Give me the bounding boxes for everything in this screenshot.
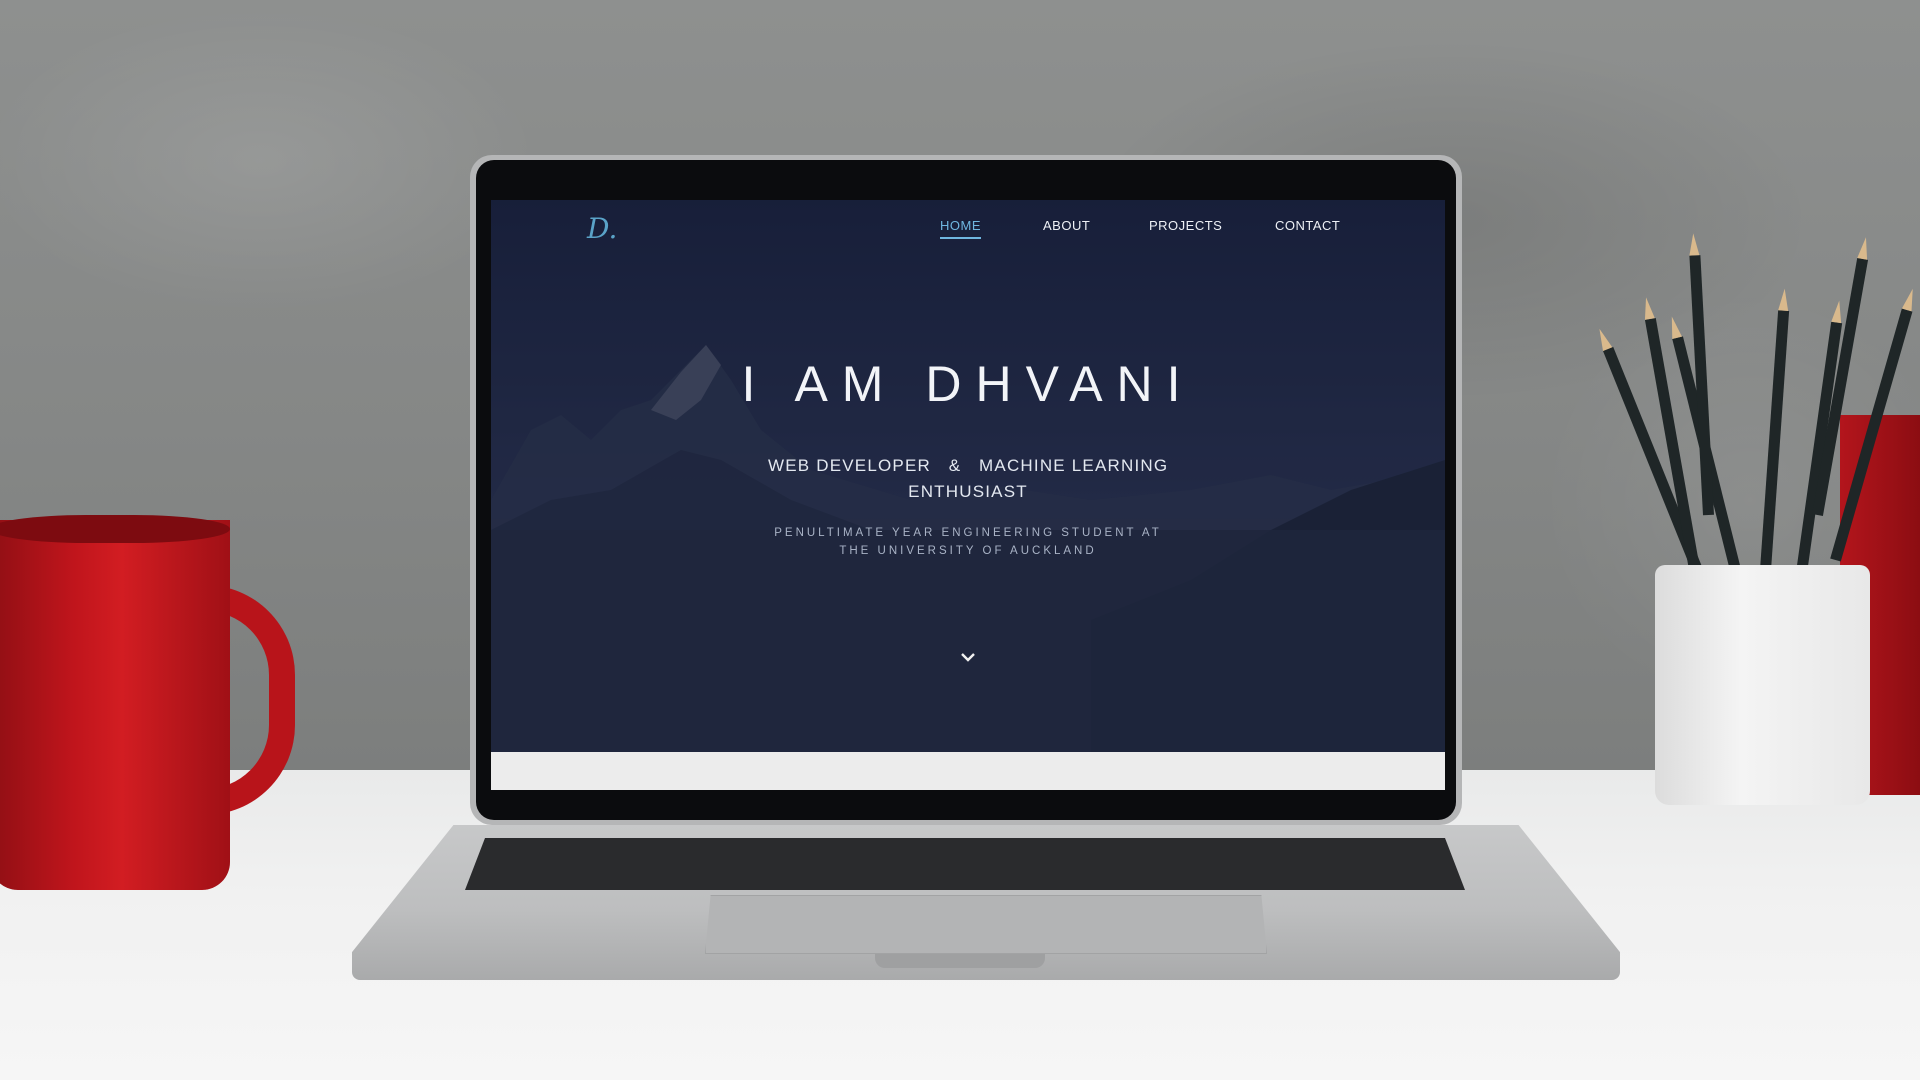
hero-tagline: PENULTIMATE YEAR ENGINEERING STUDENT AT … (758, 524, 1178, 560)
nav-contact[interactable]: CONTACT (1275, 218, 1340, 237)
hero-subtitle: WEB DEVELOPER & MACHINE LEARNING ENTHUSI… (768, 453, 1168, 505)
laptop-keyboard (465, 838, 1465, 890)
laptop-screen: D. HOME ABOUT PROJECTS CONTACT I AM DHVA… (491, 200, 1445, 790)
laptop-trackpad (705, 895, 1267, 954)
hero-tagline-line-2: THE UNIVERSITY OF AUCKLAND (839, 545, 1097, 557)
hero-section: D. HOME ABOUT PROJECTS CONTACT I AM DHVA… (491, 200, 1445, 752)
laptop-lid-notch (875, 954, 1045, 968)
top-nav: HOME ABOUT PROJECTS CONTACT (491, 218, 1445, 248)
red-mug (0, 520, 230, 890)
chevron-down-icon[interactable] (959, 648, 977, 666)
hero-subtitle-line-2: ENTHUSIAST (908, 482, 1028, 501)
hero-subtitle-line-1: WEB DEVELOPER & MACHINE LEARNING (768, 456, 1169, 475)
hero-tagline-line-1: PENULTIMATE YEAR ENGINEERING STUDENT AT (774, 527, 1162, 539)
nav-projects[interactable]: PROJECTS (1149, 218, 1222, 237)
pencil-cup (1655, 565, 1870, 805)
nav-home[interactable]: HOME (940, 218, 981, 239)
page-footer-strip (491, 752, 1445, 790)
hero-headline: I AM DHVANI (741, 356, 1195, 412)
mug-rim (0, 515, 230, 543)
nav-about[interactable]: ABOUT (1043, 218, 1090, 237)
